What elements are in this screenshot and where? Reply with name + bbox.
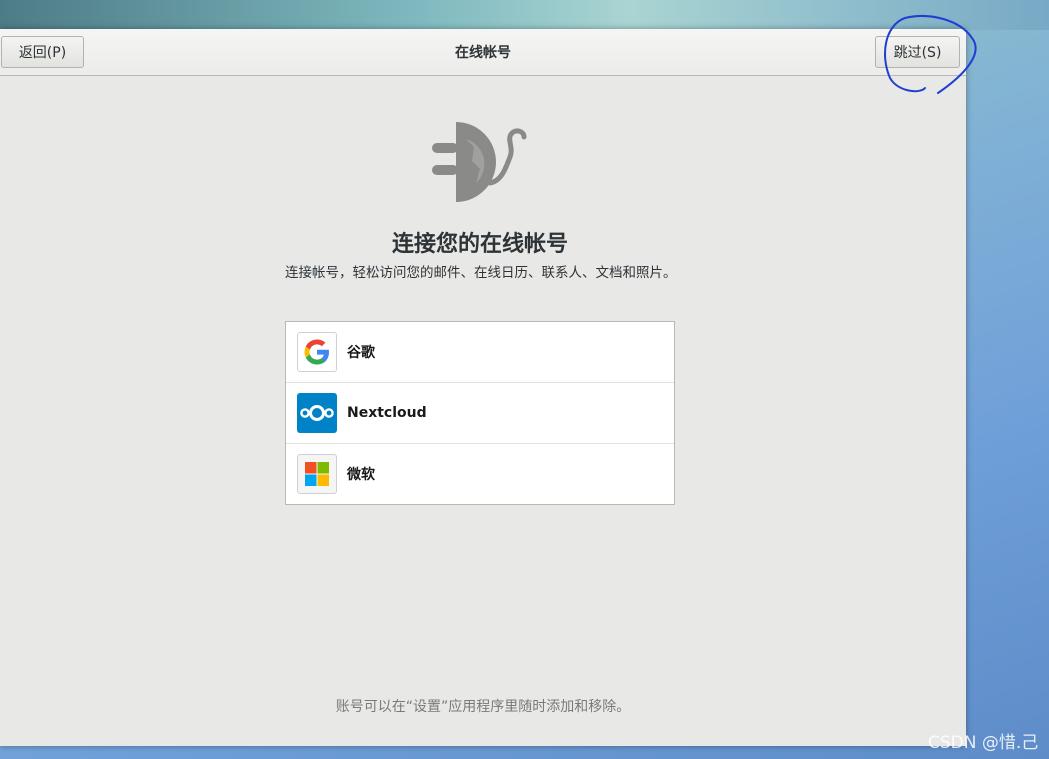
provider-row-google[interactable]: 谷歌 xyxy=(286,322,674,383)
provider-row-nextcloud[interactable]: Nextcloud xyxy=(286,383,674,444)
desktop-background xyxy=(0,0,1049,30)
csdn-watermark: CSDN @惜.己 xyxy=(928,733,1039,753)
microsoft-icon xyxy=(297,454,337,494)
description-text: 连接帐号，轻松访问您的邮件、在线日历、联系人、文档和照片。 xyxy=(285,265,677,281)
skip-button[interactable]: 跳过(S) xyxy=(875,36,960,68)
provider-label-microsoft: 微软 xyxy=(347,467,375,483)
provider-list: 谷歌 Nextcloud 微软 xyxy=(285,321,675,505)
google-icon xyxy=(297,332,337,372)
footer-note: 账号可以在“设置”应用程序里随时添加和移除。 xyxy=(335,699,631,715)
provider-row-microsoft[interactable]: 微软 xyxy=(286,444,674,504)
setup-window: 返回(P) 在线帐号 跳过(S) 连接您的在线帐号 连接帐号，轻松访问您的邮件、… xyxy=(0,29,966,746)
provider-label-google: 谷歌 xyxy=(347,345,375,361)
online-accounts-plug-icon xyxy=(428,117,528,211)
page-title: 在线帐号 xyxy=(455,45,511,61)
main-heading: 连接您的在线帐号 xyxy=(391,232,568,257)
header-bar: 返回(P) 在线帐号 跳过(S) xyxy=(0,29,966,76)
nextcloud-icon xyxy=(297,393,337,433)
provider-label-nextcloud: Nextcloud xyxy=(347,405,427,421)
